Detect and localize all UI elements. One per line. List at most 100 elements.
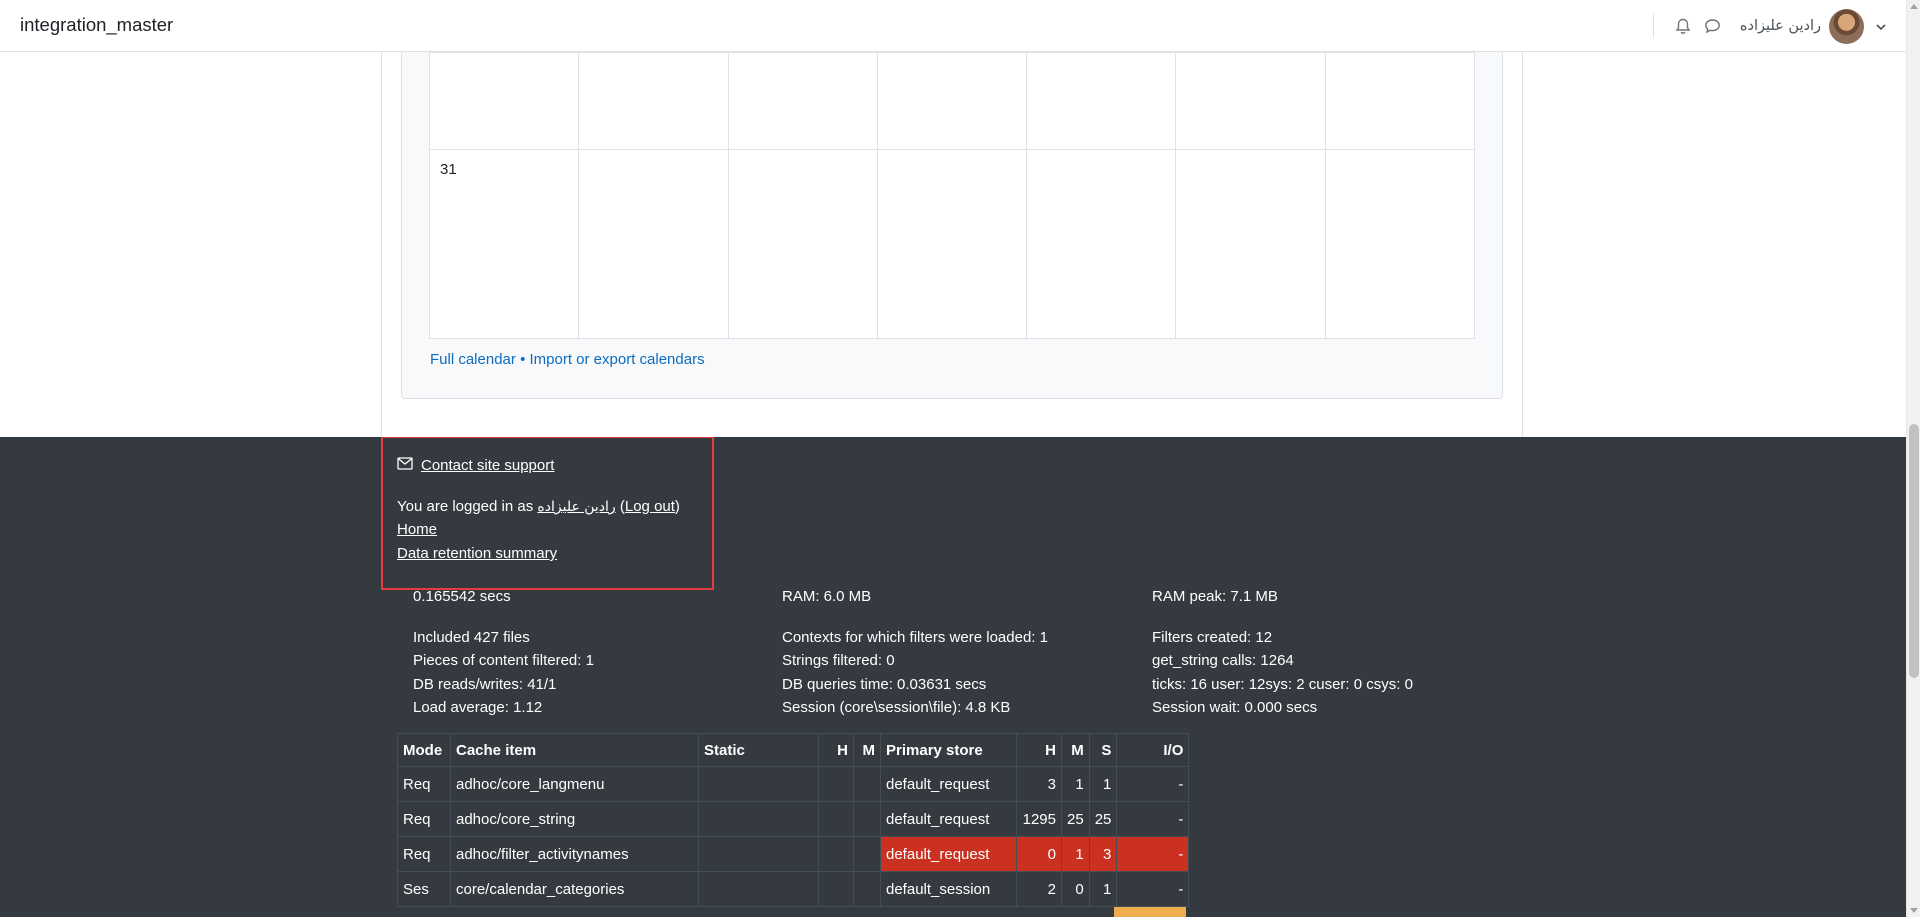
calendar-day-cell[interactable] bbox=[1175, 149, 1326, 339]
perf-spacer bbox=[1152, 609, 1413, 626]
calendar-day-cell[interactable] bbox=[1175, 52, 1326, 150]
perf-ticks: ticks: 16 user: 12sys: 2 cuser: 0 csys: … bbox=[1152, 675, 1413, 693]
cell-static bbox=[698, 836, 819, 872]
cache-header-row: Mode Cache item Static H M Primary store… bbox=[397, 733, 1190, 767]
perf-session-size: Session (core\session\file): 4.8 KB bbox=[782, 699, 1011, 716]
table-row: Req adhoc/filter_activitynames default_r… bbox=[397, 836, 1190, 872]
calendar-day-cell[interactable] bbox=[1324, 149, 1476, 339]
login-prefix: You are logged in as bbox=[397, 498, 534, 515]
calendar-day-cell[interactable] bbox=[1026, 149, 1177, 339]
cell-io: - bbox=[1116, 836, 1190, 872]
cell-cache-item: adhoc/core_langmenu bbox=[450, 766, 699, 802]
col-header-hits: H bbox=[1016, 733, 1062, 767]
page-scrollbar[interactable] bbox=[1906, 0, 1920, 917]
col-header-io: I/O bbox=[1116, 733, 1190, 767]
cell-static bbox=[698, 871, 819, 907]
perf-load-average: Load average: 1.12 bbox=[413, 699, 543, 716]
contact-support-link[interactable]: Contact site support bbox=[421, 457, 554, 474]
calendar-month-table: 31 bbox=[428, 52, 1476, 339]
data-retention-link[interactable]: Data retention summary bbox=[397, 545, 557, 562]
cell-cache-item: adhoc/core_string bbox=[450, 801, 699, 837]
perf-contexts: Contexts for which filters were loaded: … bbox=[782, 628, 1048, 646]
cell-primary-store: default_session bbox=[880, 871, 1017, 907]
calendar-day-cell[interactable] bbox=[428, 52, 580, 150]
perf-time: 0.165542 secs bbox=[413, 588, 511, 605]
link-separator: • bbox=[520, 351, 526, 368]
cell-static-hits bbox=[818, 801, 854, 837]
open-paren: ( bbox=[615, 498, 625, 515]
navbar-divider bbox=[1652, 14, 1654, 38]
cell-mode: Req bbox=[397, 766, 451, 802]
calendar-footer-links: Full calendar • Import or export calenda… bbox=[430, 351, 705, 368]
perf-column-3: RAM peak: 7.1 MB Filters created: 12 get… bbox=[1152, 585, 1413, 720]
top-navbar: integration_master رادین علیزاده bbox=[0, 0, 1906, 52]
cell-misses: 1 bbox=[1061, 836, 1090, 872]
cell-mode: Ses bbox=[397, 871, 451, 907]
calendar-day-cell[interactable] bbox=[578, 149, 729, 339]
calendar-day-cell[interactable] bbox=[876, 149, 1028, 339]
calendar-day-cell[interactable] bbox=[727, 149, 878, 339]
cell-static bbox=[698, 766, 819, 802]
col-header-misses: M bbox=[1061, 733, 1090, 767]
cell-hits: 2 bbox=[1016, 871, 1062, 907]
close-paren: ) bbox=[674, 498, 680, 515]
col-header-primary-store: Primary store bbox=[880, 733, 1017, 767]
table-row: Req adhoc/core_langmenu default_request … bbox=[397, 766, 1190, 802]
cell-sets: 25 bbox=[1088, 801, 1118, 837]
full-calendar-link[interactable]: Full calendar bbox=[430, 351, 516, 368]
cell-cache-item: core/calendar_categories bbox=[450, 871, 699, 907]
cell-misses: 25 bbox=[1061, 801, 1090, 837]
bell-icon[interactable] bbox=[1668, 11, 1698, 41]
avatar bbox=[1829, 8, 1864, 44]
cell-sets: 1 bbox=[1088, 871, 1118, 907]
perf-session-wait: Session wait: 0.000 secs bbox=[1152, 699, 1318, 716]
calendar-day-cell[interactable] bbox=[1324, 52, 1476, 150]
perf-db-queries-time: DB queries time: 0.03631 secs bbox=[782, 675, 987, 693]
perf-get-string-calls: get_string calls: 1264 bbox=[1152, 652, 1294, 669]
chevron-down-icon bbox=[1876, 18, 1886, 35]
perf-ram-peak: RAM peak: 7.1 MB bbox=[1152, 588, 1278, 605]
login-info: You are logged in as رادین علیزاده (Log … bbox=[397, 498, 680, 515]
logout-link[interactable]: Log out bbox=[625, 498, 675, 515]
col-header-sets: S bbox=[1088, 733, 1118, 767]
scroll-thumb[interactable] bbox=[1909, 424, 1919, 678]
cell-mode: Req bbox=[397, 836, 451, 872]
col-header-static-hits: H bbox=[818, 733, 854, 767]
cell-io: - bbox=[1116, 766, 1190, 802]
perf-ram: RAM: 6.0 MB bbox=[782, 588, 872, 605]
cell-static-misses bbox=[853, 836, 881, 872]
cell-static bbox=[698, 801, 819, 837]
cell-static-misses bbox=[853, 766, 881, 802]
cell-sets: 1 bbox=[1088, 766, 1118, 802]
calendar-day-cell[interactable] bbox=[727, 52, 878, 150]
cell-io: - bbox=[1116, 871, 1190, 907]
calendar-day-cell-31[interactable]: 31 bbox=[428, 149, 580, 339]
chat-icon[interactable] bbox=[1698, 11, 1728, 41]
calendar-day-cell[interactable] bbox=[876, 52, 1028, 150]
table-row: Ses core/calendar_categories default_ses… bbox=[397, 871, 1190, 907]
cell-io: - bbox=[1116, 801, 1190, 837]
cell-primary-store: default_request bbox=[880, 836, 1017, 872]
user-name: رادین علیزاده bbox=[1739, 18, 1821, 34]
cell-primary-store: default_request bbox=[880, 801, 1017, 837]
calendar-day-cell[interactable] bbox=[1026, 52, 1177, 150]
home-link[interactable]: Home bbox=[397, 521, 437, 538]
user-menu[interactable]: رادین علیزاده bbox=[1739, 8, 1886, 44]
col-header-static-misses: M bbox=[853, 733, 881, 767]
profile-link[interactable]: رادین علیزاده bbox=[537, 499, 615, 515]
cache-usage-table: Mode Cache item Static H M Primary store… bbox=[397, 733, 1190, 907]
perf-spacer bbox=[782, 609, 1048, 626]
perf-column-1: 0.165542 secs Included 427 files Pieces … bbox=[413, 585, 594, 720]
calendar-week-row bbox=[428, 52, 1476, 150]
navbar-right: رادین علیزاده bbox=[1652, 0, 1906, 52]
calendar-day-cell[interactable] bbox=[578, 52, 729, 150]
import-export-calendars-link[interactable]: Import or export calendars bbox=[530, 351, 705, 368]
scroll-down-icon[interactable] bbox=[1910, 908, 1918, 913]
perf-strings-filtered: Strings filtered: 0 bbox=[782, 652, 895, 669]
perf-included-files: Included 427 files bbox=[413, 628, 530, 646]
cell-static-hits bbox=[818, 766, 854, 802]
scroll-up-icon[interactable] bbox=[1910, 4, 1918, 9]
site-brand[interactable]: integration_master bbox=[20, 14, 173, 36]
cell-static-hits bbox=[818, 836, 854, 872]
cell-hits: 1295 bbox=[1016, 801, 1062, 837]
